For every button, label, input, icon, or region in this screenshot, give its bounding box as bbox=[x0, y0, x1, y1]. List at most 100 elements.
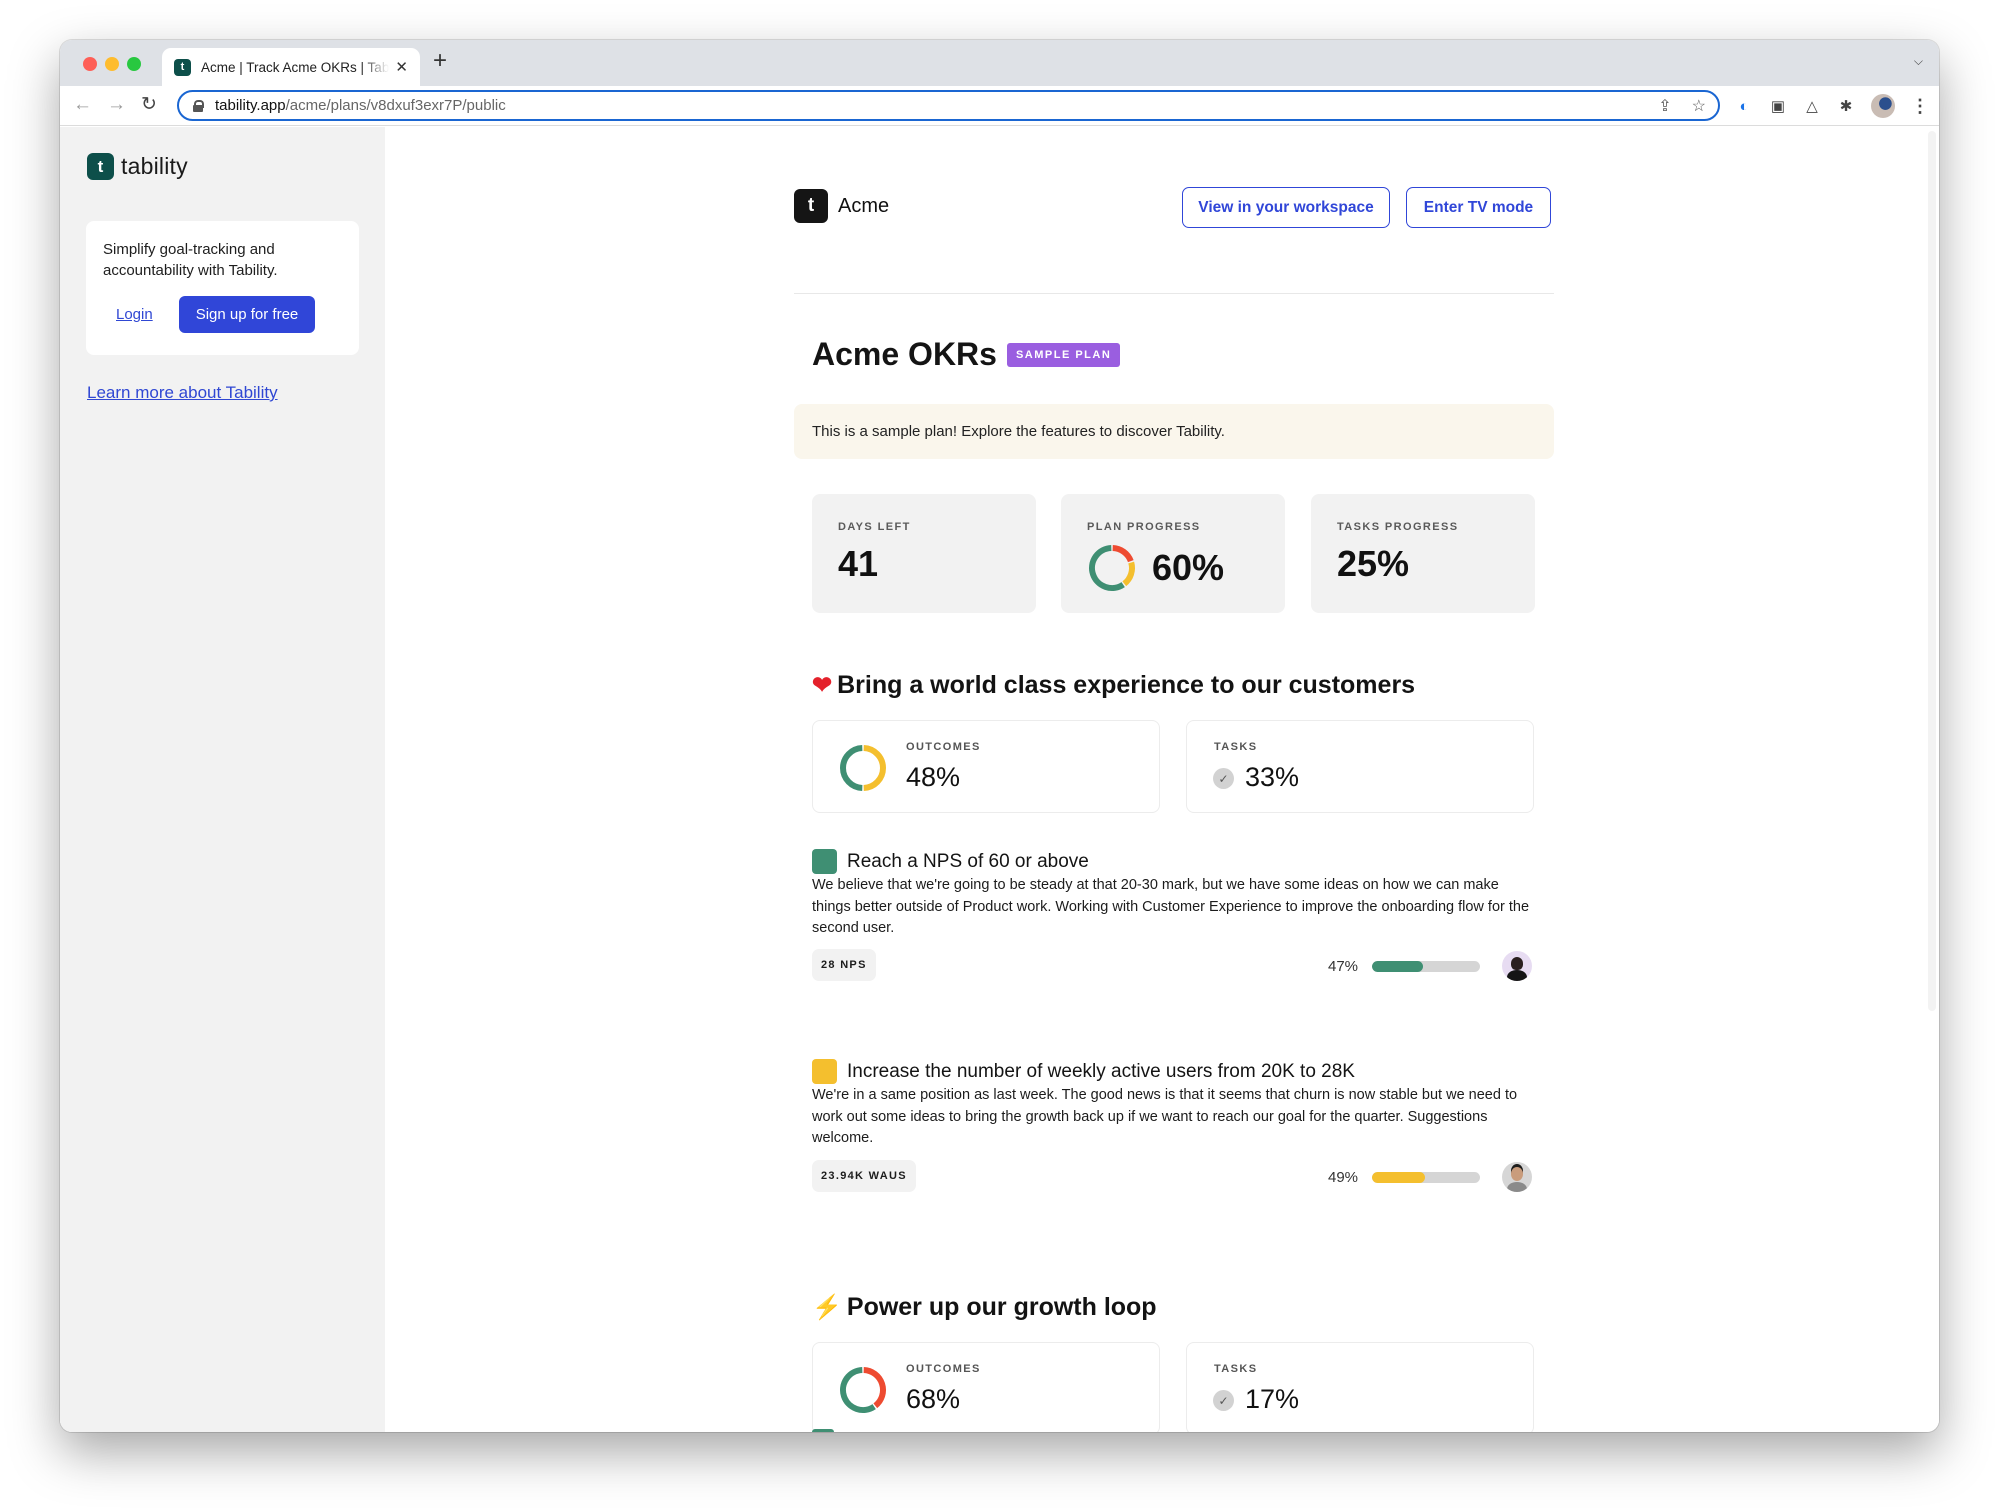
days-left-label: DAYS LEFT bbox=[838, 521, 911, 533]
profile-avatar[interactable] bbox=[1871, 94, 1895, 118]
tability-logo-icon: t bbox=[87, 153, 114, 180]
learn-more-link[interactable]: Learn more about Tability bbox=[87, 383, 278, 403]
workspace-name: Acme bbox=[838, 194, 890, 217]
page-scrollbar[interactable] bbox=[1928, 131, 1936, 1011]
bookmark-star-icon[interactable]: ☆ bbox=[1692, 96, 1706, 116]
status-square-icon bbox=[812, 1429, 834, 1432]
days-left-card: DAYS LEFT 41 bbox=[812, 494, 1036, 613]
lock-icon[interactable] bbox=[193, 99, 204, 112]
donut-segment-on-track bbox=[840, 1367, 876, 1413]
page-title: Acme OKRs bbox=[812, 336, 997, 372]
days-left-value: 41 bbox=[838, 543, 879, 584]
objective-outcomes-card: OUTCOMES 68% bbox=[812, 1342, 1160, 1432]
back-button[interactable]: ← bbox=[73, 94, 92, 116]
tab-search-chevron-icon[interactable]: ⌵ bbox=[1914, 54, 1923, 69]
key-result-metric-badge: 28 NPS bbox=[812, 949, 876, 981]
plan-progress-card: PLAN PROGRESS 60% bbox=[1061, 494, 1285, 613]
donut-segment-off-track bbox=[1112, 545, 1134, 563]
key-result-description: We're in a same position as last week. T… bbox=[812, 1087, 1518, 1146]
lightning-icon: ⚡ bbox=[812, 1294, 842, 1321]
heart-icon: ❤ bbox=[812, 672, 833, 699]
outcomes-label: OUTCOMES bbox=[906, 1363, 981, 1375]
reload-button[interactable]: ↻ bbox=[141, 94, 157, 116]
plan-main: t Acme View in your workspace Enter TV m… bbox=[794, 127, 1554, 1432]
plan-progress-label: PLAN PROGRESS bbox=[1087, 521, 1201, 533]
outcomes-label: OUTCOMES bbox=[906, 741, 981, 753]
donut-segment-on-track bbox=[1089, 545, 1125, 591]
key-result-metric-badge: 23.94K WAUS bbox=[812, 1160, 916, 1192]
browser-tab[interactable]: t Acme | Track Acme OKRs | Tability ✕ bbox=[162, 48, 420, 86]
signup-button[interactable]: Sign up for free bbox=[178, 296, 316, 333]
drive-extension-icon[interactable]: △ bbox=[1803, 97, 1821, 115]
objective-title[interactable]: ⚡ Power up our growth loop bbox=[812, 1293, 1157, 1322]
tasks-label: TASKS bbox=[1214, 1363, 1258, 1375]
status-square-icon bbox=[812, 849, 837, 874]
login-link[interactable]: Login bbox=[116, 306, 153, 323]
address-bar[interactable]: tability.app/acme/plans/v8dxuf3exr7P/pub… bbox=[177, 90, 1720, 121]
password-manager-extension-icon[interactable]: ◐ bbox=[1735, 97, 1753, 115]
plan-progress-value: 60% bbox=[1152, 547, 1225, 588]
new-tab-button[interactable]: + bbox=[433, 49, 447, 73]
enter-tv-mode-button[interactable]: Enter TV mode bbox=[1406, 187, 1551, 228]
workspace-identity: t Acme bbox=[794, 189, 889, 223]
sample-plan-badge: SAMPLE PLAN bbox=[1006, 342, 1121, 367]
key-result-title[interactable]: Reach a NPS of 60 or above bbox=[812, 849, 1089, 874]
minimize-window-button[interactable] bbox=[105, 57, 119, 71]
close-window-button[interactable] bbox=[83, 57, 97, 71]
objective-outcomes-card: OUTCOMES 48% bbox=[812, 720, 1160, 813]
donut-segment-at-risk bbox=[863, 745, 886, 791]
outcomes-donut bbox=[840, 745, 886, 791]
progress-percent: 49% bbox=[1328, 1168, 1359, 1186]
progress-bar bbox=[1372, 1171, 1480, 1183]
workspace-logo-icon: t bbox=[794, 189, 828, 223]
browser-menu-icon[interactable]: ⋮ bbox=[1911, 96, 1929, 116]
objective-tasks-card: TASKS ✓ 17% bbox=[1186, 1342, 1534, 1432]
signup-promo-card: Simplify goal-tracking and accountabilit… bbox=[86, 221, 359, 355]
url-text[interactable]: tability.app/acme/plans/v8dxuf3exr7P/pub… bbox=[215, 97, 506, 114]
brand-name: tability bbox=[121, 153, 188, 179]
plan-title-row: Acme OKRs SAMPLE PLAN bbox=[812, 336, 1121, 373]
key-result-title[interactable]: Increase the number of weekly active use… bbox=[812, 1059, 1355, 1084]
tasks-progress-label: TASKS PROGRESS bbox=[1337, 521, 1459, 533]
sample-plan-banner: This is a sample plan! Explore the featu… bbox=[794, 404, 1554, 459]
forward-button[interactable]: → bbox=[107, 94, 126, 116]
outcomes-value: 68% bbox=[906, 1384, 961, 1414]
key-result-title-text: Increase the number of weekly active use… bbox=[847, 1060, 1355, 1082]
key-result-progress: 47% bbox=[1328, 951, 1532, 981]
view-in-workspace-button[interactable]: View in your workspace bbox=[1182, 187, 1390, 228]
owner-avatar[interactable] bbox=[1502, 951, 1532, 981]
tability-brand[interactable]: t tability bbox=[87, 153, 188, 180]
key-result-description: We believe that we're going to be steady… bbox=[812, 877, 1530, 936]
tability-favicon-icon: t bbox=[174, 58, 191, 76]
progress-bar-fill bbox=[1372, 1171, 1425, 1183]
objective-title-text: Power up our growth loop bbox=[846, 1293, 1157, 1321]
tasks-progress-card: TASKS PROGRESS 25% bbox=[1311, 494, 1535, 613]
close-tab-icon[interactable]: ✕ bbox=[395, 58, 408, 76]
outcomes-donut bbox=[840, 1367, 886, 1413]
donut-segment-on-track bbox=[840, 745, 863, 791]
objective-title-text: Bring a world class experience to our cu… bbox=[837, 671, 1416, 699]
tasks-progress-value: 25% bbox=[1337, 543, 1410, 584]
browser-toolbar: ← → ↻ tability.app/acme/plans/v8dxuf3exr… bbox=[60, 86, 1939, 126]
donut-segment-off-track bbox=[863, 1367, 886, 1409]
promo-text: Simplify goal-tracking and accountabilit… bbox=[103, 241, 278, 279]
tab-title: Acme | Track Acme OKRs | Tability bbox=[201, 59, 390, 75]
share-icon[interactable]: ⇪ bbox=[1658, 96, 1671, 116]
outcomes-value: 48% bbox=[906, 762, 961, 792]
check-circle-icon: ✓ bbox=[1213, 1390, 1234, 1411]
key-result-title-text: Reach a NPS of 60 or above bbox=[847, 850, 1089, 872]
extensions-puzzle-icon[interactable]: ✱ bbox=[1837, 97, 1855, 115]
owner-avatar[interactable] bbox=[1502, 1162, 1532, 1192]
plan-progress-donut bbox=[1089, 545, 1135, 591]
picture-in-picture-icon[interactable]: ▣ bbox=[1769, 97, 1787, 115]
tasks-value: 33% bbox=[1245, 762, 1300, 792]
page-viewport: t tability Simplify goal-tracking and ac… bbox=[60, 127, 1939, 1432]
maximize-window-button[interactable] bbox=[127, 57, 141, 71]
status-square-icon bbox=[812, 1059, 837, 1084]
progress-bar bbox=[1372, 960, 1480, 972]
objective-title[interactable]: ❤ Bring a world class experience to our … bbox=[812, 671, 1415, 700]
tab-strip: t Acme | Track Acme OKRs | Tability ✕ + … bbox=[60, 40, 1939, 86]
objective-tasks-card: TASKS ✓ 33% bbox=[1186, 720, 1534, 813]
key-result-progress: 49% bbox=[1328, 1162, 1532, 1192]
donut-segment-at-risk bbox=[1122, 561, 1135, 587]
